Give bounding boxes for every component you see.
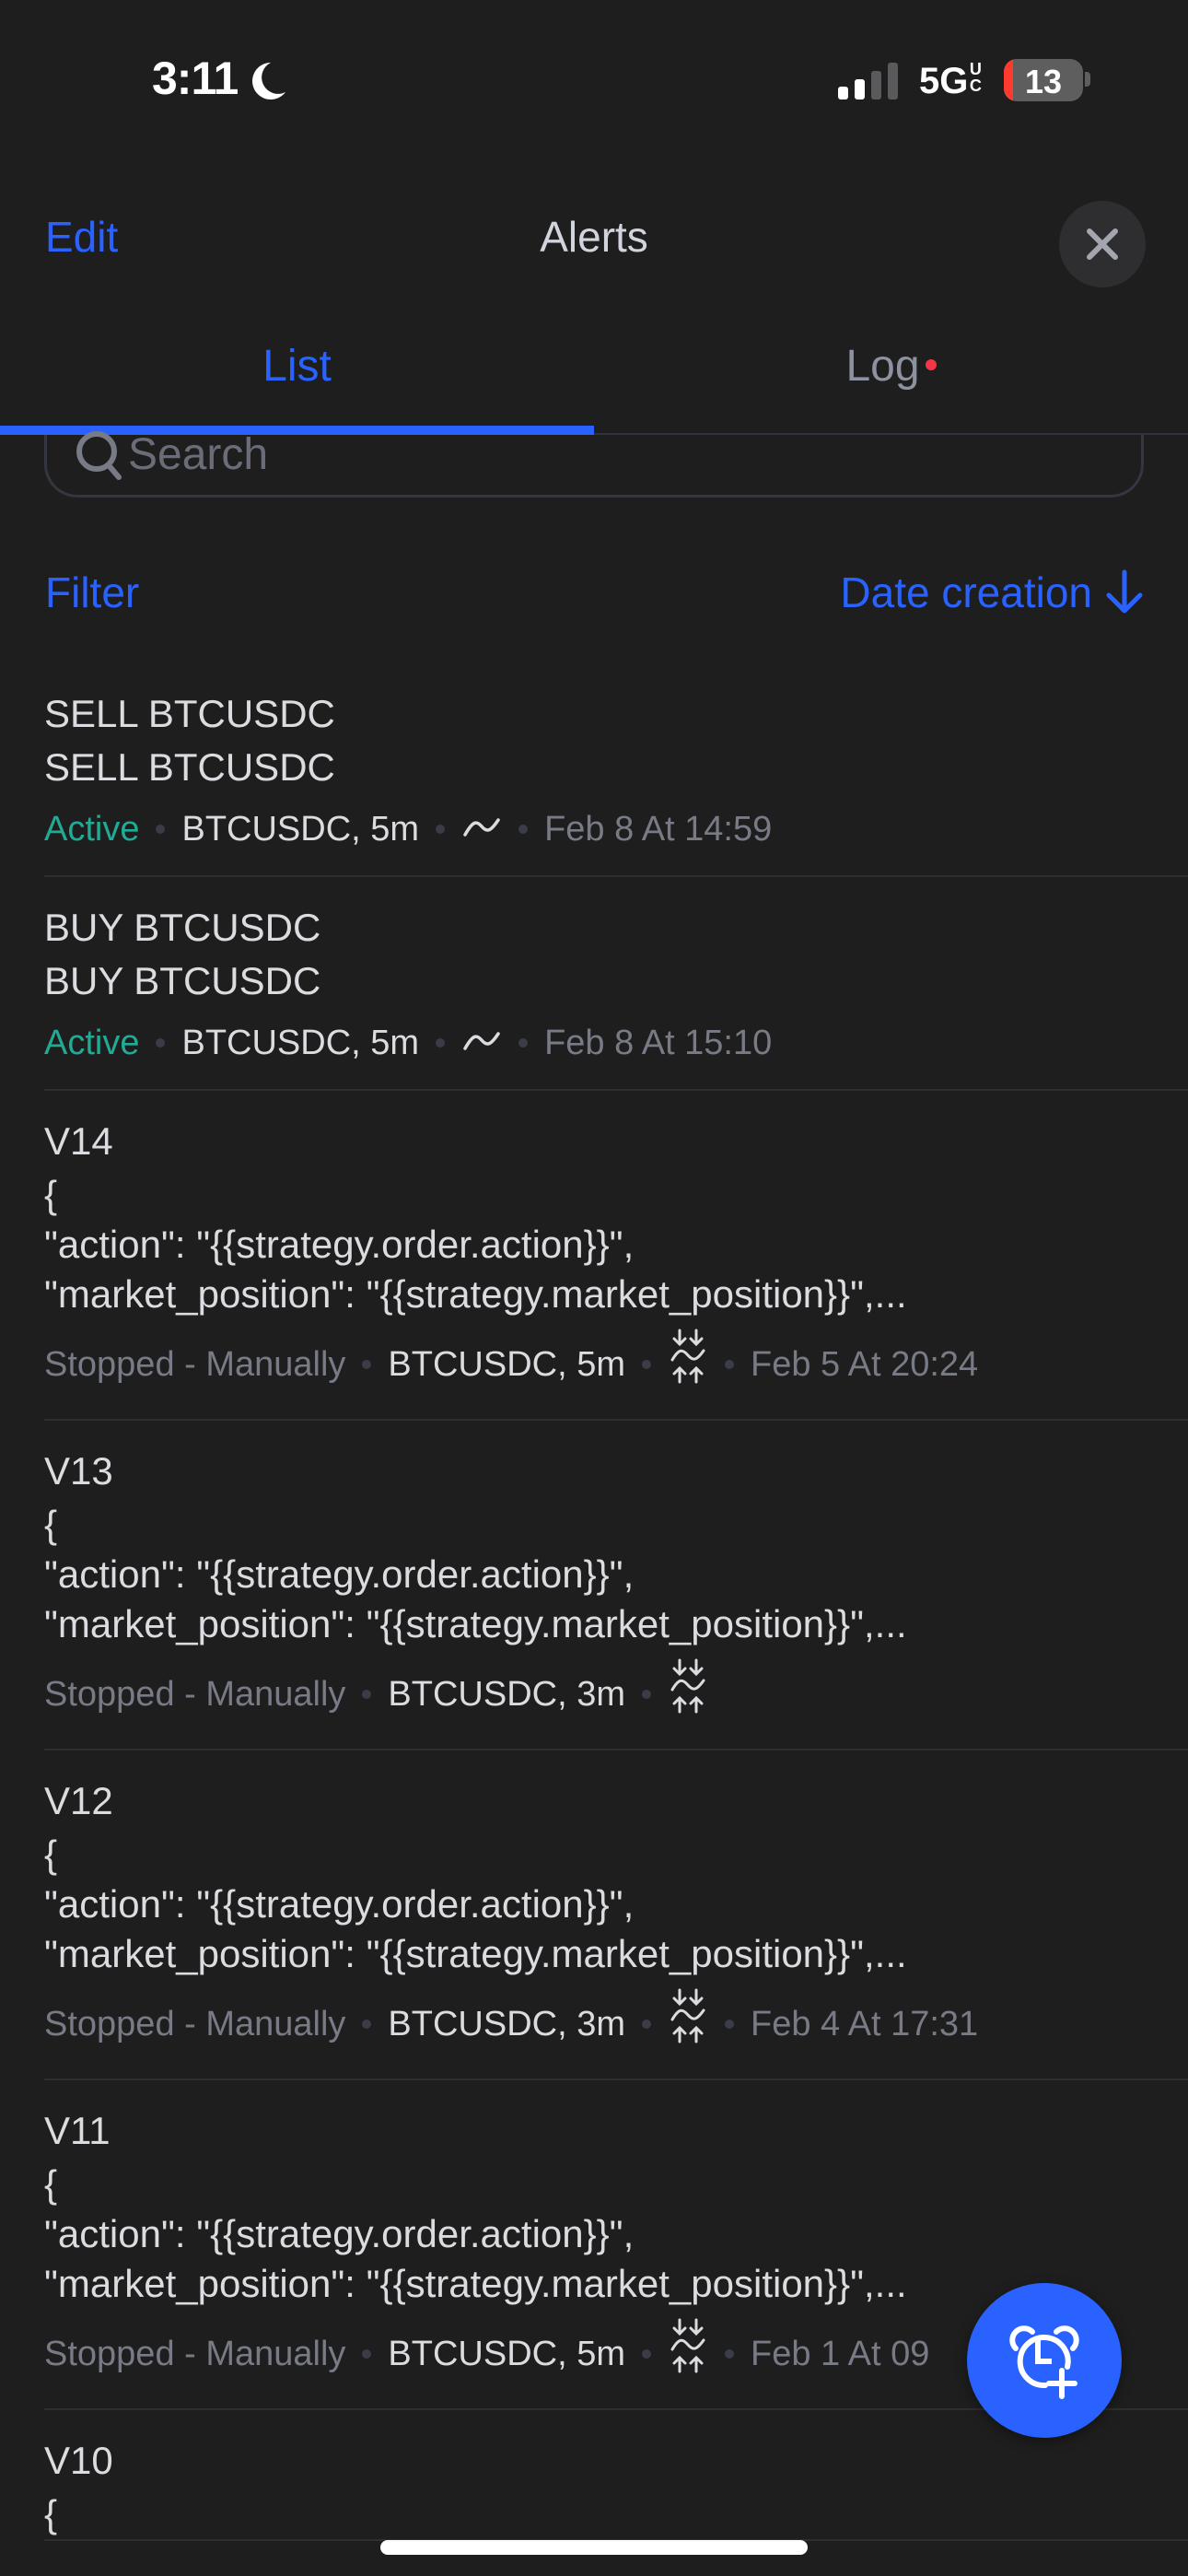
cellular-signal-icon — [838, 63, 898, 100]
alert-list-item[interactable]: V13 { "action": "{{strategy.order.action}… — [44, 1421, 1188, 1751]
strategy-order-fills-icon — [668, 2318, 708, 2390]
alert-meta: Stopped - Manually BTCUSDC, 5m Feb 5 At 20… — [44, 1319, 1188, 1419]
alert-list-item[interactable]: BUY BTCUSDC BUY BTCUSDC Active BTCUSDC, 5m F… — [44, 877, 1188, 1091]
alert-name: V11 — [44, 2109, 111, 2152]
alert-message: { "action": "{{strategy.order.action}}",… — [44, 1173, 907, 1316]
search-bar[interactable] — [44, 429, 1144, 498]
alert-meta: Active BTCUSDC, 5m Feb 8 At 14:59 — [44, 792, 1188, 875]
tab-log-label: Log — [845, 342, 920, 391]
strategy-order-fills-icon — [668, 1329, 708, 1400]
alert-status: Active — [44, 810, 140, 849]
crossing-icon — [461, 802, 502, 857]
alert-date: Feb 8 At 14:59 — [544, 810, 773, 849]
separator-dot — [518, 1038, 529, 1048]
separator-dot — [362, 1690, 372, 1699]
header: Edit Alerts — [0, 184, 1188, 295]
tab-log[interactable]: Log — [594, 341, 1188, 392]
status-time: 3:11 — [152, 53, 239, 104]
alert-name: BUY BTCUSDC — [44, 906, 321, 949]
alert-name: SELL BTCUSDC — [44, 692, 335, 735]
alert-date: Feb 1 At 09 — [751, 2335, 930, 2373]
alert-meta: Active BTCUSDC, 5m Feb 8 At 15:10 — [44, 1006, 1188, 1089]
alert-message: BUY BTCUSDC — [44, 959, 321, 1002]
alert-list: SELL BTCUSDC SELL BTCUSDC Active BTCUSDC, 5… — [0, 663, 1188, 2541]
separator-dot — [518, 825, 529, 834]
alert-message: { "action": "{{strategy.order.action}}",… — [44, 2162, 907, 2305]
page-title: Alerts — [540, 213, 648, 261]
alert-name: V10 — [44, 2439, 113, 2482]
search-icon — [76, 430, 122, 480]
alert-list-item[interactable]: V12 { "action": "{{strategy.order.action}… — [44, 1751, 1188, 2080]
alert-symbol: BTCUSDC, 5m — [181, 1024, 420, 1062]
strategy-order-fills-icon — [668, 1988, 708, 2060]
separator-dot — [642, 2349, 651, 2359]
tab-list[interactable]: List — [0, 341, 594, 392]
close-button[interactable] — [1059, 201, 1146, 287]
separator-dot — [642, 1360, 651, 1369]
alert-message: { — [44, 2492, 58, 2535]
add-alarm-icon — [1009, 2325, 1079, 2399]
tab-list-label: List — [262, 342, 332, 391]
filter-sort-row: Filter Date creation — [0, 564, 1188, 628]
close-icon — [1087, 228, 1118, 260]
alert-message: { "action": "{{strategy.order.action}}",… — [44, 1503, 907, 1645]
battery-indicator: 13 — [1004, 59, 1083, 101]
alert-symbol: BTCUSDC, 5m — [181, 810, 420, 849]
alert-list-item[interactable]: V14 { "action": "{{strategy.order.action}… — [44, 1091, 1188, 1421]
alert-date: Feb 5 At 20:24 — [751, 1345, 979, 1384]
separator-dot — [362, 1360, 372, 1369]
alert-symbol: BTCUSDC, 5m — [388, 1345, 625, 1384]
separator-dot — [725, 2349, 734, 2359]
network-suffix-top: U — [969, 60, 982, 78]
alert-message: SELL BTCUSDC — [44, 745, 335, 789]
create-alert-button[interactable] — [967, 2283, 1122, 2438]
separator-dot — [725, 1360, 734, 1369]
search-input[interactable] — [128, 429, 957, 480]
battery-tip — [1085, 72, 1090, 87]
network-label: 5G — [919, 61, 969, 101]
strategy-order-fills-icon — [668, 1658, 708, 1730]
alert-name: V12 — [44, 1779, 113, 1822]
battery-percentage: 13 — [1024, 63, 1063, 100]
separator-dot — [436, 825, 446, 834]
separator-dot — [156, 825, 166, 834]
alert-date: Feb 4 At 17:31 — [751, 2005, 979, 2043]
sort-button[interactable]: Date creation — [840, 568, 1144, 617]
network-suffix: UC — [968, 61, 983, 94]
alert-symbol: BTCUSDC, 3m — [388, 2005, 625, 2043]
tab-bar: List Log — [0, 322, 1188, 435]
alert-status: Stopped - Manually — [44, 2005, 346, 2043]
alert-date: Feb 8 At 15:10 — [544, 1024, 773, 1062]
crossing-icon — [461, 1015, 502, 1071]
network-suffix-bottom: C — [969, 76, 982, 95]
alert-symbol: BTCUSDC, 3m — [388, 1675, 625, 1714]
alert-status: Active — [44, 1024, 140, 1062]
alert-symbol: BTCUSDC, 5m — [388, 2335, 625, 2373]
alert-meta: Stopped - Manually BTCUSDC, 3m — [44, 1649, 1188, 1749]
notification-dot — [925, 359, 937, 371]
status-bar: 3:11 5GU C 13 — [0, 0, 1188, 157]
separator-dot — [156, 1038, 166, 1048]
filter-button[interactable]: Filter — [45, 568, 139, 617]
do-not-disturb-moon-icon — [252, 63, 285, 100]
alert-status: Stopped - Manually — [44, 2335, 346, 2373]
network-type: 5GU C — [919, 61, 983, 102]
separator-dot — [436, 1038, 446, 1048]
alert-name: V13 — [44, 1449, 113, 1493]
alert-meta: Stopped - Manually BTCUSDC, 3m Feb 4 At 17… — [44, 1979, 1188, 2078]
separator-dot — [362, 2349, 372, 2359]
arrow-down-icon — [1106, 569, 1143, 614]
sort-label: Date creation — [840, 568, 1092, 616]
separator-dot — [725, 2020, 734, 2029]
alert-message: { "action": "{{strategy.order.action}}",… — [44, 1832, 907, 1975]
alert-status: Stopped - Manually — [44, 1345, 346, 1384]
separator-dot — [642, 2020, 651, 2029]
separator-dot — [642, 1690, 651, 1699]
alert-name: V14 — [44, 1119, 113, 1163]
home-indicator[interactable] — [380, 2540, 808, 2555]
alert-list-item[interactable]: SELL BTCUSDC SELL BTCUSDC Active BTCUSDC, 5… — [44, 663, 1188, 877]
alert-status: Stopped - Manually — [44, 1675, 346, 1714]
separator-dot — [362, 2020, 372, 2029]
